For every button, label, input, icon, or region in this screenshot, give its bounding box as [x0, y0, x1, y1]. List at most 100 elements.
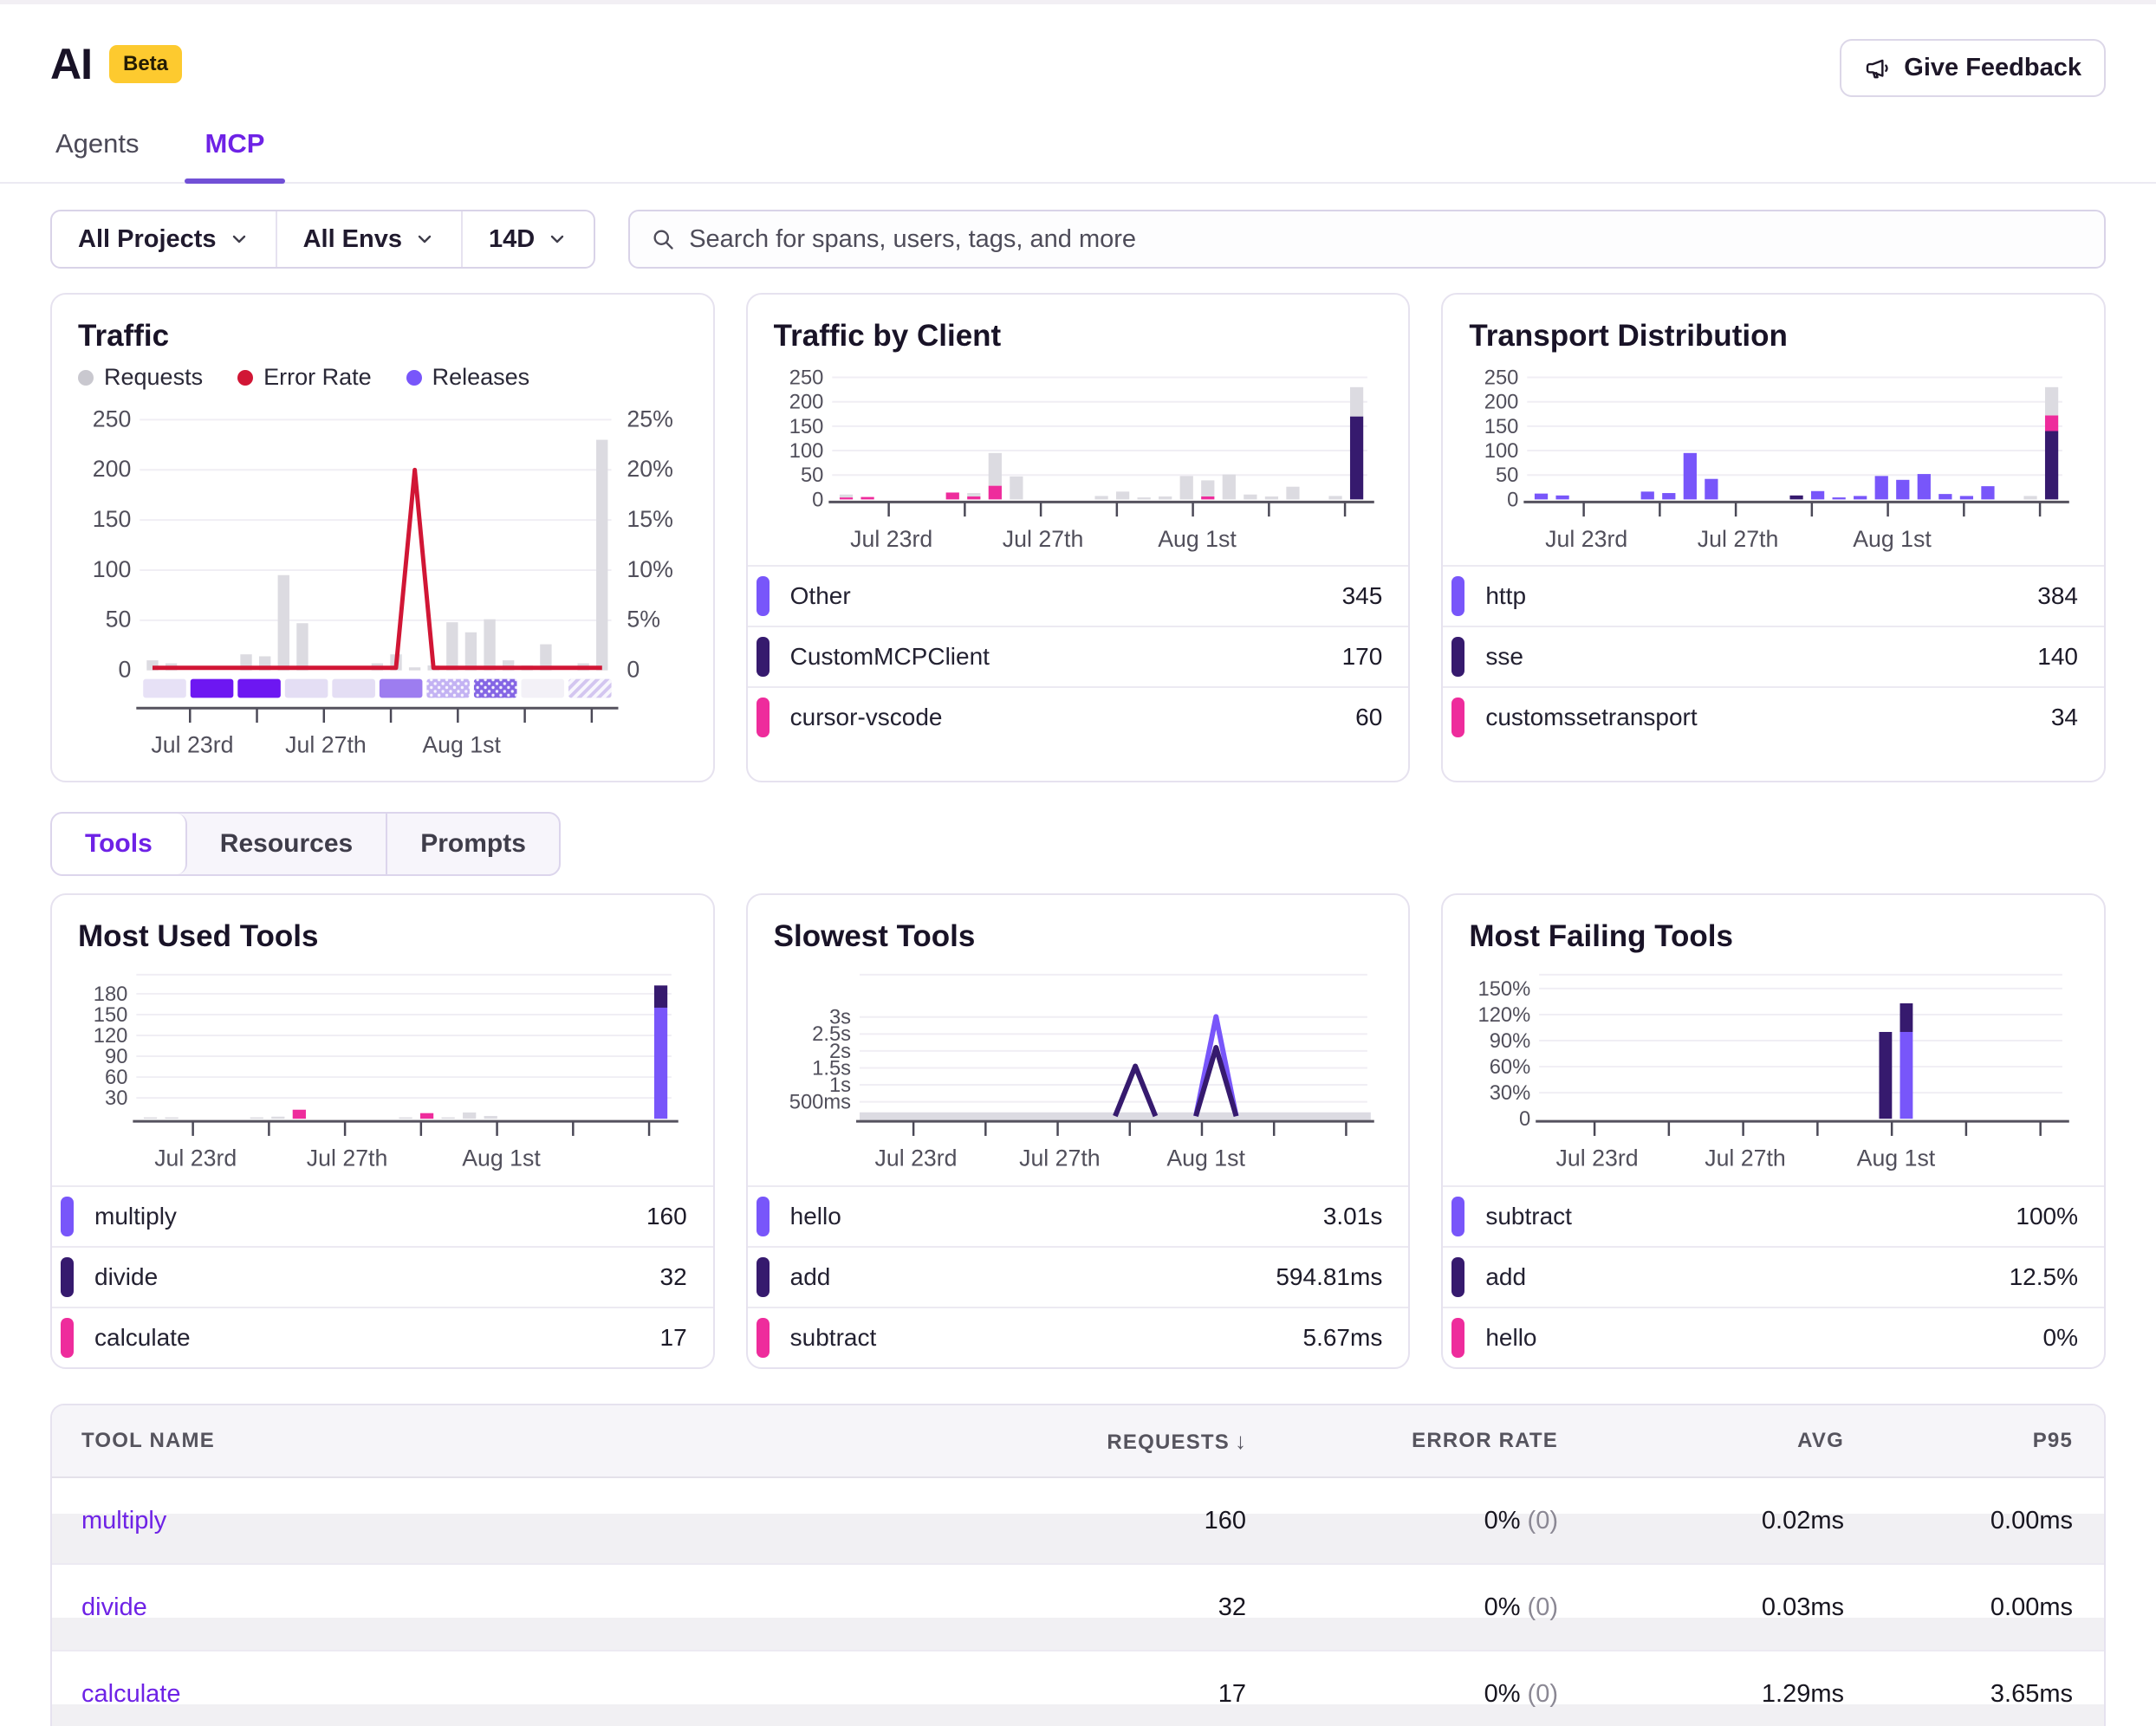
- col-requests[interactable]: Requests↓: [969, 1428, 1246, 1455]
- traffic-legend: Requests Error Rate Releases: [78, 364, 687, 391]
- list-item[interactable]: subtract 100%: [1443, 1185, 2104, 1246]
- col-error-rate[interactable]: Error Rate: [1246, 1429, 1558, 1453]
- list-item[interactable]: divide 32: [52, 1246, 713, 1307]
- list-item[interactable]: multiply 160: [52, 1185, 713, 1246]
- svg-text:Aug 1st: Aug 1st: [422, 732, 501, 758]
- col-p95[interactable]: P95: [1844, 1429, 2104, 1453]
- error-rate-cell: 0% (0): [1246, 1593, 1558, 1622]
- svg-text:Jul 27th: Jul 27th: [1019, 1145, 1101, 1171]
- svg-text:Jul 27th: Jul 27th: [307, 1145, 388, 1171]
- chart-title: Transport Distribution: [1469, 319, 2078, 354]
- series-chip: [757, 1257, 770, 1297]
- date-range-dropdown[interactable]: 14D: [463, 211, 594, 267]
- svg-text:0: 0: [1508, 488, 1519, 511]
- most-failing-tools-chart: 030%60%90%120%150%Jul 23rdJul 27thAug 1s…: [1469, 964, 2078, 1177]
- col-tool-name[interactable]: Tool Name: [52, 1429, 969, 1453]
- svg-text:200: 200: [1484, 391, 1519, 414]
- svg-text:250: 250: [1484, 366, 1519, 389]
- tab-agents[interactable]: Agents: [50, 107, 145, 182]
- list-item[interactable]: hello 3.01s: [748, 1185, 1409, 1246]
- series-value: 100%: [2016, 1203, 2078, 1230]
- tab-tools[interactable]: Tools: [52, 814, 187, 874]
- transport-distribution-card: Transport Distribution 050100150200250Ju…: [1441, 293, 2106, 782]
- series-label: customssetransport: [1485, 704, 1697, 731]
- list-item[interactable]: add 12.5%: [1443, 1246, 2104, 1307]
- svg-text:90%: 90%: [1490, 1029, 1531, 1053]
- series-value: 384: [2037, 582, 2078, 610]
- svg-text:0: 0: [627, 657, 640, 683]
- series-label: cursor-vscode: [790, 704, 943, 731]
- series-chip: [61, 1257, 74, 1297]
- charts-row-top: Traffic Requests Error Rate Releases 050…: [0, 281, 2156, 782]
- series-chip: [1451, 576, 1464, 616]
- tool-link[interactable]: multiply: [52, 1507, 969, 1535]
- tool-link[interactable]: divide: [52, 1593, 969, 1622]
- col-avg[interactable]: Avg: [1558, 1429, 1844, 1453]
- give-feedback-button[interactable]: Give Feedback: [1840, 39, 2106, 97]
- list-item[interactable]: http 384: [1443, 565, 2104, 626]
- error-rate-value: 0%: [1484, 1680, 1521, 1708]
- traffic-by-client-card: Traffic by Client 050100150200250Jul 23r…: [746, 293, 1411, 782]
- svg-text:20%: 20%: [627, 456, 672, 482]
- svg-text:150: 150: [789, 415, 823, 438]
- error-rate-cell: 0% (0): [1246, 1680, 1558, 1709]
- tab-mcp[interactable]: MCP: [200, 107, 270, 182]
- list-item[interactable]: hello 0%: [1443, 1307, 2104, 1367]
- series-value: 12.5%: [2010, 1263, 2078, 1291]
- traffic-chart: 05010015020025005%10%15%20%25%Jul 23rdJu…: [78, 396, 687, 758]
- error-rate-value: 0%: [1484, 1593, 1521, 1621]
- chart-title: Most Used Tools: [78, 919, 687, 954]
- legend-label: Error Rate: [263, 364, 372, 391]
- tool-link[interactable]: calculate: [52, 1680, 969, 1709]
- series-chip: [757, 1318, 770, 1358]
- series-chip: [757, 637, 770, 677]
- traffic-card: Traffic Requests Error Rate Releases 050…: [50, 293, 715, 782]
- list-item[interactable]: subtract 5.67ms: [748, 1307, 1409, 1367]
- beta-badge: Beta: [109, 45, 182, 83]
- table-row[interactable]: calculate 17 0% (0) 1.29ms 3.65ms: [52, 1651, 2104, 1726]
- series-chip: [757, 698, 770, 737]
- series-label: subtract: [1485, 1203, 1572, 1230]
- svg-text:Jul 23rd: Jul 23rd: [1545, 526, 1627, 552]
- series-label: hello: [1485, 1324, 1536, 1352]
- section-tabs-wrap: Tools Resources Prompts: [0, 782, 2156, 881]
- slowest-tools-chart: 500ms1s1.5s2s2.5s3sJul 23rdJul 27thAug 1…: [774, 964, 1383, 1177]
- svg-text:150: 150: [93, 506, 132, 532]
- chart-title: Slowest Tools: [774, 919, 1383, 954]
- series-label: calculate: [94, 1324, 191, 1352]
- list-item[interactable]: cursor-vscode 60: [748, 686, 1409, 747]
- search-input[interactable]: [689, 225, 2083, 254]
- list-item[interactable]: add 594.81ms: [748, 1246, 1409, 1307]
- most-used-tools-chart: 306090120150180Jul 23rdJul 27thAug 1st: [78, 964, 687, 1177]
- list-item[interactable]: CustomMCPClient 170: [748, 626, 1409, 686]
- table-row[interactable]: multiply 160 0% (0) 0.02ms 0.00ms: [52, 1478, 2104, 1565]
- svg-text:100: 100: [1484, 439, 1519, 463]
- projects-filter-dropdown[interactable]: All Projects: [52, 211, 277, 267]
- list-item[interactable]: Other 345: [748, 565, 1409, 626]
- svg-text:30%: 30%: [1490, 1081, 1531, 1105]
- most-failing-tools-card: Most Failing Tools 030%60%90%120%150%Jul…: [1441, 893, 2106, 1369]
- series-label: divide: [94, 1263, 158, 1291]
- slowest-tools-card: Slowest Tools 500ms1s1.5s2s2.5s3sJul 23r…: [746, 893, 1411, 1369]
- envs-filter-dropdown[interactable]: All Envs: [277, 211, 463, 267]
- list-item[interactable]: calculate 17: [52, 1307, 713, 1367]
- svg-text:Jul 23rd: Jul 23rd: [850, 526, 932, 552]
- megaphone-icon: [1864, 55, 1892, 82]
- svg-text:0: 0: [812, 488, 823, 511]
- svg-text:50: 50: [1496, 464, 1518, 487]
- series-value: 17: [660, 1324, 687, 1352]
- traffic-by-client-chart: 050100150200250Jul 23rdJul 27thAug 1st: [774, 364, 1383, 556]
- requests-cell: 32: [969, 1593, 1246, 1622]
- list-item[interactable]: customssetransport 34: [1443, 686, 2104, 747]
- search-bar[interactable]: [628, 210, 2106, 269]
- legend-item-requests: Requests: [78, 364, 203, 391]
- series-label: http: [1485, 582, 1526, 610]
- tab-prompts[interactable]: Prompts: [387, 814, 559, 874]
- svg-text:Aug 1st: Aug 1st: [1857, 1145, 1936, 1171]
- main-tabs: Agents MCP: [0, 102, 2156, 184]
- list-item[interactable]: sse 140: [1443, 626, 2104, 686]
- svg-text:Jul 27th: Jul 27th: [1002, 526, 1083, 552]
- tab-resources[interactable]: Resources: [187, 814, 387, 874]
- table-row[interactable]: divide 32 0% (0) 0.03ms 0.00ms: [52, 1565, 2104, 1651]
- series-value: 160: [646, 1203, 687, 1230]
